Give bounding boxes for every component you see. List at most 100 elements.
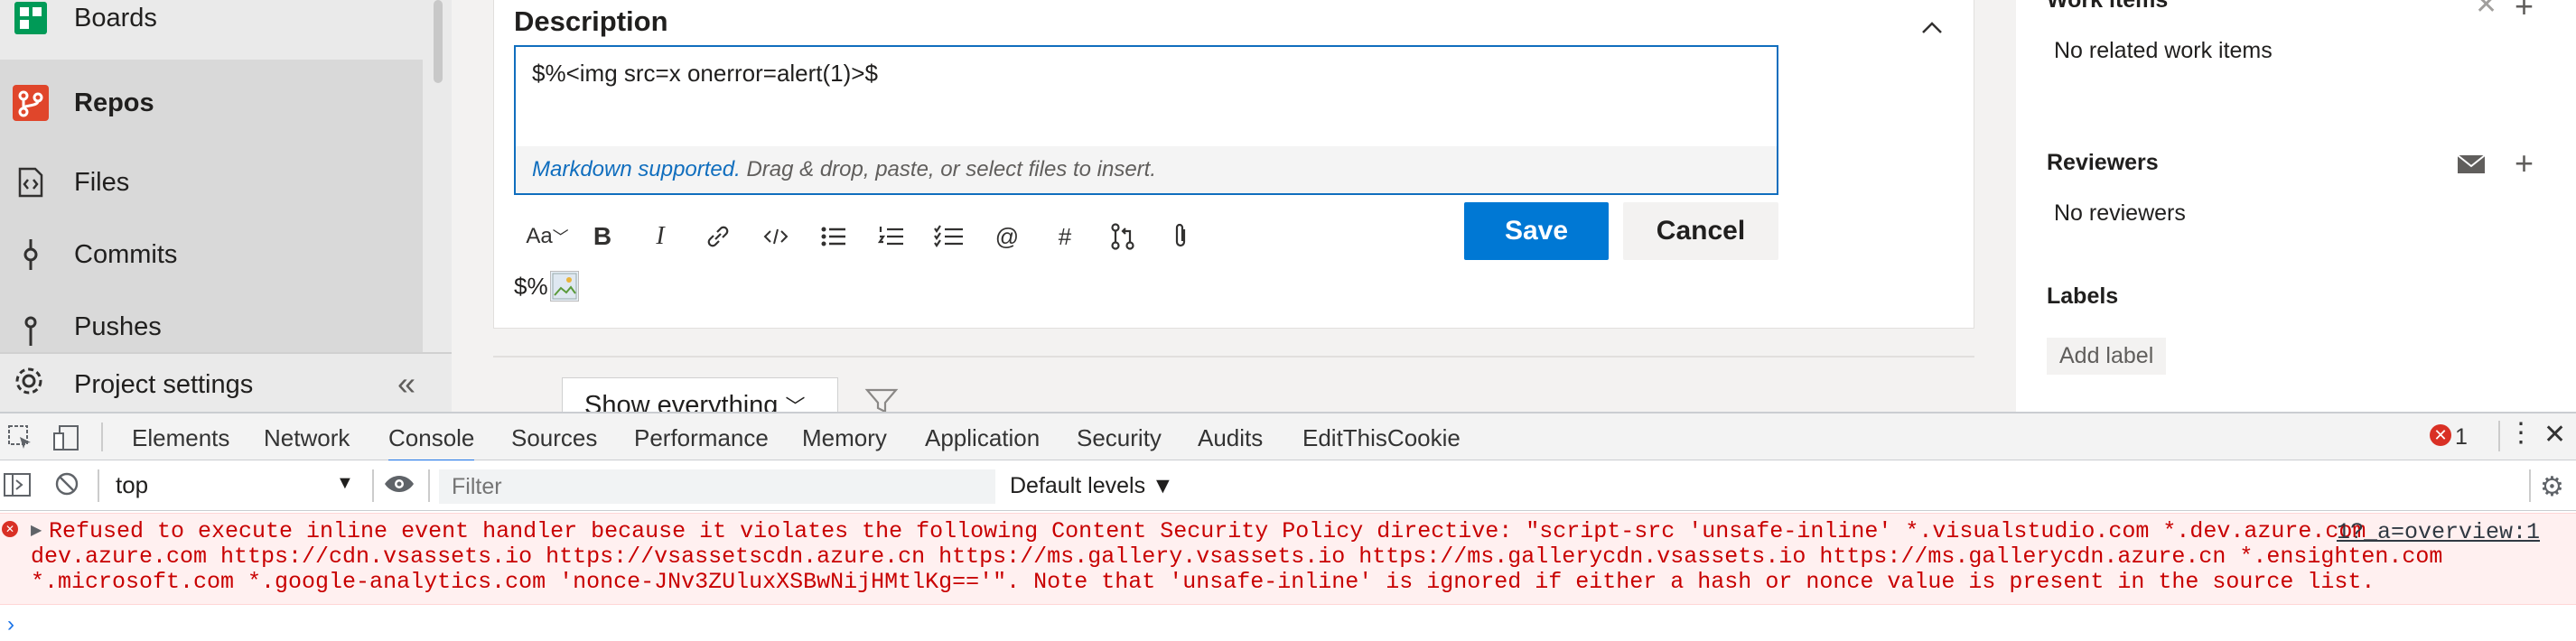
project-settings-bar[interactable]: Project settings « xyxy=(0,352,452,412)
toolbar-divider xyxy=(2498,421,2500,451)
toolbar-divider xyxy=(2529,469,2531,502)
tab-application[interactable]: Application xyxy=(925,424,1040,452)
error-icon: ✕ xyxy=(2,521,18,537)
checklist-icon[interactable] xyxy=(926,209,973,264)
commit-icon xyxy=(13,237,49,273)
italic-button[interactable]: I xyxy=(637,209,684,264)
project-settings-label: Project settings xyxy=(74,370,254,399)
link-icon[interactable] xyxy=(695,209,742,264)
bold-button[interactable]: B xyxy=(579,209,626,264)
pull-request-icon[interactable] xyxy=(1099,209,1146,264)
sidebar-scrollbar[interactable] xyxy=(434,0,443,83)
broken-image-icon xyxy=(549,271,579,302)
console-error-message: ✕ ▶ Refused to execute inline event hand… xyxy=(0,513,2576,605)
more-options-icon[interactable]: ⋮ xyxy=(2507,417,2534,449)
error-count[interactable]: 1 xyxy=(2455,424,2468,451)
font-size-button[interactable]: Aa ﹀ xyxy=(516,209,579,264)
markdown-link[interactable]: Markdown supported. xyxy=(532,157,741,181)
attachment-icon[interactable] xyxy=(1157,209,1204,264)
sidebar-item-pushes[interactable]: Pushes xyxy=(0,291,423,352)
console-toolbar: top ▼ Default levels ▼ ⚙ xyxy=(0,460,2576,511)
editor-footer-hint: Drag & drop, paste, or select files to i… xyxy=(740,157,1157,181)
tab-security[interactable]: Security xyxy=(1077,424,1162,452)
eye-icon[interactable] xyxy=(383,473,415,499)
log-levels-dropdown[interactable]: Default levels ▼ xyxy=(1010,473,1174,499)
tab-sources[interactable]: Sources xyxy=(511,424,597,452)
tab-elements[interactable]: Elements xyxy=(132,424,229,452)
sidebar-item-label: Commits xyxy=(74,239,178,269)
file-code-icon xyxy=(13,164,49,200)
devtools-panel: Elements Network Console Sources Perform… xyxy=(0,412,2576,641)
description-card: Description $%<img src=x onerror=alert(1… xyxy=(493,0,1974,329)
filter-dropdown-label: Show everything xyxy=(584,391,779,412)
sidebar-item-commits[interactable]: Commits xyxy=(0,218,423,291)
hashtag-icon[interactable]: # xyxy=(1041,209,1088,264)
code-icon[interactable] xyxy=(752,209,799,264)
error-source-link[interactable]: 1?_a=overview:1 xyxy=(2337,519,2540,545)
settings-gear-icon[interactable]: ⚙ xyxy=(2540,471,2564,503)
push-icon xyxy=(13,312,49,348)
add-reviewer-icon[interactable]: + xyxy=(2515,144,2534,182)
error-line: *.microsoft.com *.google-analytics.com '… xyxy=(31,569,2375,595)
sidebar-item-label: Repos xyxy=(74,88,154,117)
close-devtools-icon[interactable]: ✕ xyxy=(2543,419,2566,451)
tab-performance[interactable]: Performance xyxy=(634,424,769,452)
section-title: Description xyxy=(514,5,668,37)
error-text[interactable]: Refused to execute inline event handler … xyxy=(31,519,2533,595)
tab-memory[interactable]: Memory xyxy=(802,424,887,452)
console-filter-input[interactable] xyxy=(439,469,995,504)
clear-console-icon[interactable] xyxy=(54,471,79,501)
sidebar-item-files[interactable]: Files xyxy=(0,146,423,218)
sidebar-item-repos[interactable]: Repos xyxy=(0,60,423,146)
tab-editthiscookie[interactable]: EditThisCookie xyxy=(1302,424,1461,452)
toolbar-divider xyxy=(98,469,99,502)
error-line: dev.azure.com https://cdn.vsassets.io ht… xyxy=(31,543,2443,570)
toolbar-divider xyxy=(428,469,430,502)
tab-console[interactable]: Console xyxy=(388,424,475,462)
caret-down-icon: ▼ xyxy=(336,473,354,493)
section-divider xyxy=(493,356,1974,358)
repos-icon xyxy=(13,85,49,121)
devtools-tabbar: Elements Network Console Sources Perform… xyxy=(0,413,2576,462)
editor-text[interactable]: $%<img src=x onerror=alert(1)>$ xyxy=(532,60,878,88)
right-panel: Work items ✕ + No related work items Rev… xyxy=(2016,0,2576,412)
console-prompt[interactable]: › xyxy=(7,612,14,637)
bullet-list-icon[interactable] xyxy=(810,209,857,264)
inspect-icon[interactable] xyxy=(7,424,34,456)
preview-text: $% xyxy=(514,272,548,300)
cancel-button[interactable]: Cancel xyxy=(1623,202,1778,260)
mail-icon[interactable] xyxy=(2457,153,2486,180)
error-circle-icon[interactable]: ✕ xyxy=(2430,424,2451,446)
work-items-empty: No related work items xyxy=(2054,38,2273,63)
description-editor[interactable]: $%<img src=x onerror=alert(1)>$ Markdown… xyxy=(514,45,1778,195)
sidebar-item-label: Pushes xyxy=(74,312,162,341)
editor-footer: Markdown supported. Drag & drop, paste, … xyxy=(516,146,1777,193)
funnel-icon[interactable] xyxy=(863,386,900,412)
gear-icon xyxy=(13,365,49,401)
tab-audits[interactable]: Audits xyxy=(1198,424,1263,452)
add-work-item-icon[interactable]: + xyxy=(2515,0,2534,25)
device-toolbar-icon[interactable] xyxy=(52,424,81,456)
tab-network[interactable]: Network xyxy=(264,424,350,452)
error-line: Refused to execute inline event handler … xyxy=(49,518,2366,544)
chevron-up-icon[interactable] xyxy=(1914,9,1950,45)
toolbar-divider xyxy=(101,423,103,451)
filter-dropdown[interactable]: Show everything ﹀ xyxy=(562,377,838,412)
collapse-sidebar-icon[interactable]: « xyxy=(397,365,415,403)
mention-icon[interactable]: @ xyxy=(984,209,1031,264)
sidebar-toggle-icon[interactable] xyxy=(4,473,31,501)
toolbar-divider xyxy=(372,469,374,502)
close-icon[interactable]: ✕ xyxy=(2475,0,2497,21)
sidebar-item-label: Files xyxy=(74,167,130,197)
reviewers-empty: No reviewers xyxy=(2054,200,2186,226)
description-preview: $% xyxy=(514,271,579,302)
sidebar-item-boards[interactable]: Boards xyxy=(0,0,423,54)
labels-header: Labels xyxy=(2047,283,2119,309)
reviewers-header: Reviewers xyxy=(2047,150,2159,175)
font-size-label: Aa xyxy=(526,224,553,248)
work-items-header: Work items xyxy=(2047,0,2169,13)
context-select[interactable]: top xyxy=(116,471,354,499)
numbered-list-icon[interactable] xyxy=(868,209,915,264)
add-label-button[interactable]: Add label xyxy=(2047,338,2167,375)
save-button[interactable]: Save xyxy=(1464,202,1609,260)
